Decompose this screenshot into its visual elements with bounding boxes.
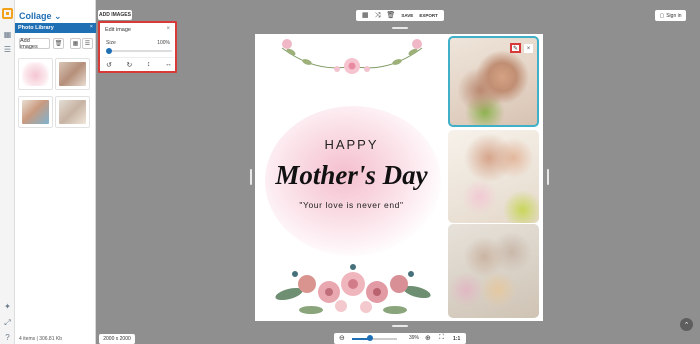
edit-operations: ↺ ↻ ↕ ↔	[106, 61, 172, 69]
photo-library-panel: Collage ⌄ Photo Library × Add images 🗑 ▦…	[15, 0, 96, 344]
expand-icon[interactable]: ⤢	[3, 318, 12, 327]
fit-screen-icon[interactable]: ⛶	[439, 334, 444, 342]
zoom-in-icon[interactable]: ⊕	[425, 334, 431, 342]
add-images-tab[interactable]: ADD IMAGES	[98, 10, 132, 20]
logo-icon	[2, 8, 13, 19]
grid-view-icon[interactable]: ▦	[70, 38, 81, 49]
canvas-handle-top[interactable]	[392, 27, 408, 29]
scroll-up-button[interactable]: ⌃	[680, 318, 693, 331]
library-thumbnail[interactable]	[55, 58, 90, 90]
help-icon[interactable]: ?	[3, 333, 12, 342]
trash-icon[interactable]: 🗑	[386, 12, 395, 19]
library-footer-info: 4 items | 306.81 Kb	[19, 336, 62, 342]
canvas-handle-left[interactable]	[250, 169, 252, 185]
floral-garland-top	[281, 39, 423, 74]
sign-in-label: Sign in	[666, 12, 682, 19]
sliders-icon[interactable]: ☰	[3, 45, 12, 54]
zoom-bar: ⊖ 39% ⊕ ⛶ 1:1	[334, 333, 466, 344]
library-thumbnail[interactable]	[55, 96, 90, 128]
layout-grid-icon[interactable]: ▦	[362, 12, 369, 19]
icon-rail: ▦ ☰ ✦ ⤢ ?	[0, 0, 15, 344]
save-button[interactable]: SAVE	[401, 13, 413, 18]
divider	[103, 57, 174, 58]
photo-tools: ✎ ×	[510, 43, 533, 53]
flip-vertical-icon[interactable]: ↕	[147, 61, 151, 69]
canvas-handle-right[interactable]	[547, 169, 549, 185]
flip-horizontal-icon[interactable]: ↔	[165, 61, 172, 69]
photo-mother-child-card[interactable]	[448, 130, 539, 223]
rotate-left-icon[interactable]: ↺	[106, 61, 112, 69]
actual-size-button[interactable]: 1:1	[453, 336, 460, 342]
edit-image-title: Edit image	[105, 27, 131, 33]
top-toolbar: ▦ ⤨ 🗑 SAVE EXPORT	[356, 10, 444, 21]
add-images-button[interactable]: Add images	[19, 38, 50, 50]
collage-canvas[interactable]: HAPPY Mother's Day "Your love is never e…	[255, 34, 543, 321]
sign-in-button[interactable]: ▢ Sign in	[655, 10, 686, 21]
card-heading-happy: HAPPY	[324, 137, 379, 152]
size-value: 100%	[157, 40, 170, 46]
edit-image-popover: Edit image × Size 100% ↺ ↻ ↕ ↔	[98, 21, 177, 73]
close-icon[interactable]: ×	[166, 26, 170, 32]
rotate-right-icon[interactable]: ↻	[126, 61, 132, 69]
list-view-icon[interactable]: ☰	[82, 38, 93, 49]
card-heading-mothers-day: Mother's Day	[275, 160, 428, 190]
photo-grandmother-family[interactable]	[448, 224, 539, 318]
remove-photo-icon[interactable]: ×	[524, 44, 533, 53]
library-header: Photo Library ×	[15, 23, 96, 33]
grid-icon[interactable]: ▦	[3, 30, 12, 39]
zoom-slider-track[interactable]	[352, 338, 397, 340]
library-title: Photo Library	[18, 25, 54, 31]
canvas-dimensions[interactable]: 2000 x 2000	[99, 334, 135, 344]
app-title-text: Collage	[19, 11, 52, 21]
photo-mother-daughter-hug[interactable]: ✎ ×	[448, 36, 539, 127]
chevron-up-icon: ⌃	[683, 321, 690, 329]
card-quote: "Your love is never end"	[299, 200, 404, 210]
library-thumbnail[interactable]	[18, 96, 53, 128]
chevron-down-icon: ⌄	[54, 11, 62, 21]
app-title[interactable]: Collage ⌄	[19, 11, 62, 22]
zoom-slider-handle[interactable]	[366, 335, 373, 341]
close-icon[interactable]: ×	[90, 24, 93, 30]
canvas-handle-bottom[interactable]	[392, 325, 408, 327]
size-label: Size	[106, 40, 116, 46]
trash-icon[interactable]: 🗑	[53, 38, 64, 49]
size-slider-handle[interactable]	[106, 48, 112, 54]
zoom-value: 39%	[409, 335, 420, 341]
edit-photo-icon[interactable]: ✎	[510, 43, 521, 53]
bulb-icon[interactable]: ✦	[3, 302, 12, 311]
user-icon: ▢	[659, 12, 665, 19]
zoom-out-icon[interactable]: ⊖	[339, 334, 345, 342]
size-slider-track[interactable]	[109, 50, 172, 52]
export-button[interactable]: EXPORT	[419, 13, 438, 18]
floral-bouquet-bottom	[275, 264, 431, 314]
library-thumbnail[interactable]	[18, 58, 53, 90]
shuffle-icon[interactable]: ⤨	[375, 12, 381, 19]
